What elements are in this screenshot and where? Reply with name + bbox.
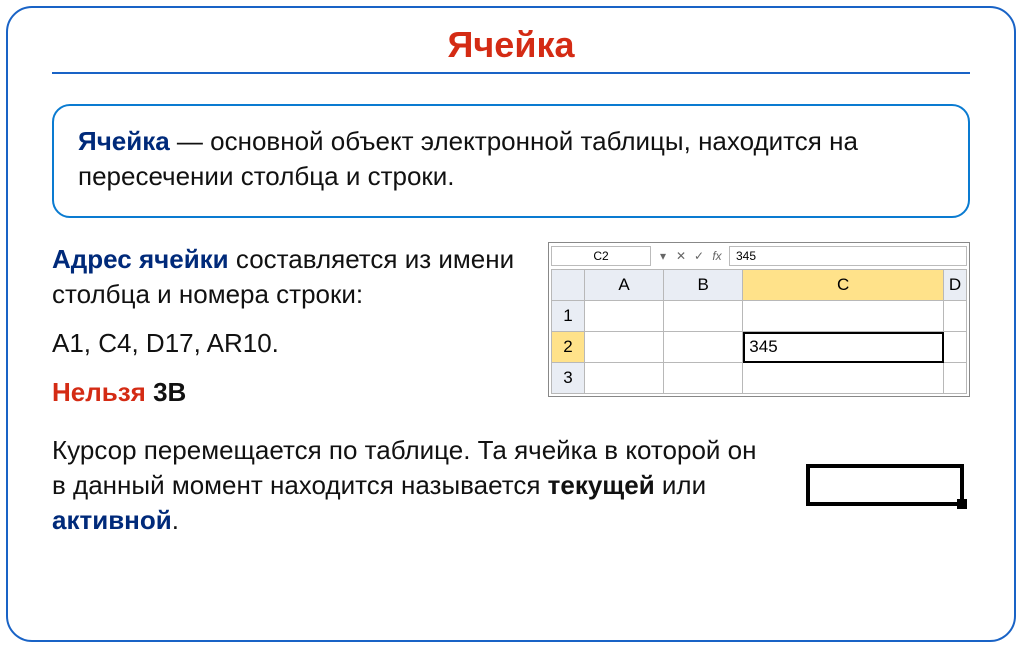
- cell-b3[interactable]: [664, 363, 743, 394]
- cell-c3[interactable]: [743, 363, 944, 394]
- cancel-icon[interactable]: ✕: [673, 249, 689, 263]
- definition-text: — основной объект электронной таблицы, н…: [78, 126, 858, 191]
- formula-bar-row: C2 ▾ ✕ ✓ fx 345: [551, 245, 967, 267]
- cursor-note: Курсор перемещается по таблице. Та ячейк…: [52, 433, 772, 538]
- row-header-3[interactable]: 3: [552, 363, 585, 394]
- row-header-1[interactable]: 1: [552, 301, 585, 332]
- cursor-note-or: или: [655, 470, 706, 500]
- bottom-row: Курсор перемещается по таблице. Та ячейк…: [52, 433, 970, 538]
- enter-icon[interactable]: ✓: [691, 249, 707, 263]
- cell-b2[interactable]: [664, 332, 743, 363]
- address-examples: А1, С4, D17, AR10.: [52, 326, 520, 361]
- col-header-b[interactable]: B: [664, 270, 743, 301]
- cell-d2[interactable]: [944, 332, 967, 363]
- fill-handle-icon: [957, 499, 967, 509]
- formula-icons: ▾ ✕ ✓ fx: [655, 249, 725, 263]
- cursor-note-dot: .: [172, 505, 179, 535]
- active-cell-illustration: [800, 464, 970, 506]
- cell-b1[interactable]: [664, 301, 743, 332]
- definition-box: Ячейка — основной объект электронной таб…: [52, 104, 970, 218]
- name-box[interactable]: C2: [551, 246, 651, 266]
- address-block: Адрес ячейки составляется из имени столб…: [52, 242, 520, 424]
- page-title: Ячейка: [52, 24, 970, 66]
- col-header-a[interactable]: A: [585, 270, 664, 301]
- cursor-note-current: текущей: [548, 470, 655, 500]
- cell-a1[interactable]: [585, 301, 664, 332]
- select-all-corner[interactable]: [552, 270, 585, 301]
- forbidden-example: 3В: [146, 377, 186, 407]
- cell-c2-active[interactable]: 345: [743, 332, 944, 363]
- forbidden-label: Нельзя: [52, 377, 146, 407]
- row-header-2[interactable]: 2: [552, 332, 585, 363]
- cell-d3[interactable]: [944, 363, 967, 394]
- mid-row: Адрес ячейки составляется из имени столб…: [52, 242, 970, 424]
- cursor-note-active: активной: [52, 505, 172, 535]
- cell-a3[interactable]: [585, 363, 664, 394]
- cell-d1[interactable]: [944, 301, 967, 332]
- cell-c1[interactable]: [743, 301, 944, 332]
- formula-bar[interactable]: 345: [729, 246, 967, 266]
- mini-spreadsheet: C2 ▾ ✕ ✓ fx 345 A B C D 1: [548, 242, 970, 397]
- slide-card: Ячейка Ячейка — основной объект электрон…: [6, 6, 1016, 642]
- dropdown-icon[interactable]: ▾: [655, 249, 671, 263]
- definition-term: Ячейка: [78, 126, 170, 156]
- title-divider: [52, 72, 970, 74]
- fx-icon[interactable]: fx: [709, 249, 725, 263]
- sheet-grid: A B C D 1 2 345: [551, 269, 967, 394]
- col-header-c[interactable]: C: [743, 270, 944, 301]
- cell-a2[interactable]: [585, 332, 664, 363]
- col-header-d[interactable]: D: [944, 270, 967, 301]
- address-label: Адрес ячейки: [52, 244, 229, 274]
- active-cell-frame: [806, 464, 964, 506]
